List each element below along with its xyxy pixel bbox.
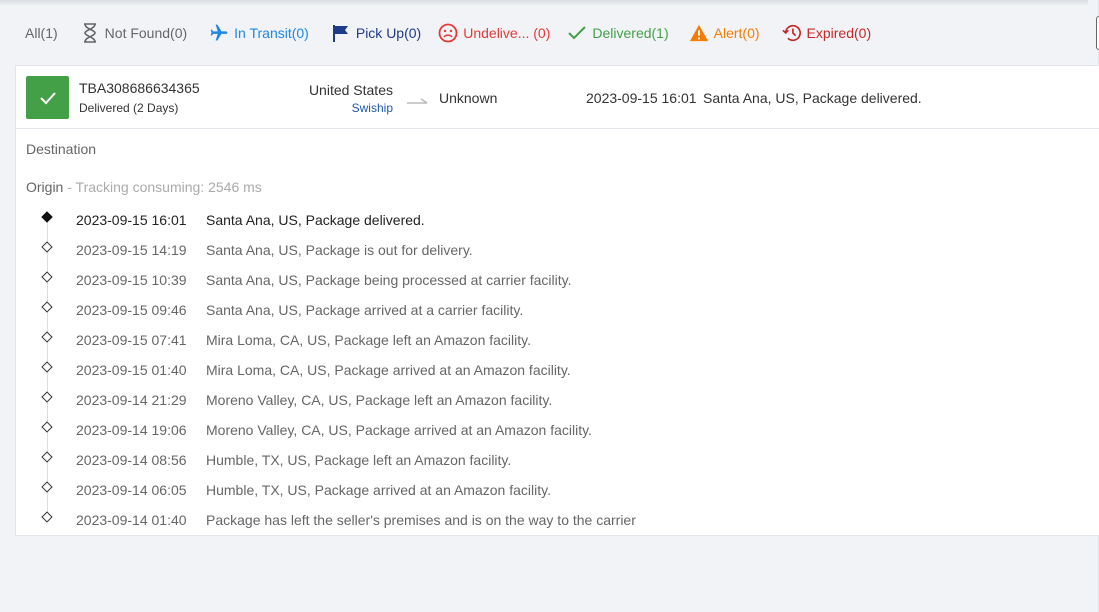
event-description: Mira Loma, CA, US, Package left an Amazo… bbox=[206, 332, 531, 348]
timeline-diamond-icon bbox=[41, 421, 53, 433]
timeline-event: 2023-09-15 16:01 Santa Ana, US, Package d… bbox=[16, 204, 1099, 252]
event-time: 2023-09-14 01:40 bbox=[76, 512, 187, 528]
tab-delivered[interactable]: Delivered(1) bbox=[567, 22, 669, 44]
package-summary[interactable]: TBA308686634365 Delivered (2 Days) Unite… bbox=[16, 66, 1099, 129]
tab-label: Pick Up(0) bbox=[355, 25, 422, 41]
delivered-status-icon bbox=[26, 76, 69, 119]
checkmark-icon bbox=[567, 22, 587, 44]
tracking-number[interactable]: TBA308686634365 bbox=[79, 80, 200, 96]
timeline-diamond-icon bbox=[41, 301, 53, 313]
event-time: 2023-09-14 06:05 bbox=[76, 482, 187, 498]
history-icon bbox=[781, 22, 802, 44]
timeline-event: 2023-09-14 08:56 Humble, TX, US, Package … bbox=[16, 444, 1099, 492]
timeline-diamond-icon bbox=[41, 451, 53, 463]
event-description: Package has left the seller's premises a… bbox=[206, 512, 636, 528]
tab-label: In Transit(0) bbox=[234, 25, 309, 41]
event-description: Santa Ana, US, Package is out for delive… bbox=[206, 242, 473, 258]
origin-section-header: Origin - Tracking consuming: 2546 ms bbox=[26, 179, 262, 195]
timeline-event: 2023-09-15 01:40 Mira Loma, CA, US, Packa… bbox=[16, 354, 1099, 402]
event-description: Santa Ana, US, Package being processed a… bbox=[206, 272, 572, 288]
timeline-event: 2023-09-15 07:41 Mira Loma, CA, US, Packa… bbox=[16, 324, 1099, 372]
event-time: 2023-09-15 14:19 bbox=[76, 242, 187, 258]
destination-section-label: Destination bbox=[26, 141, 97, 157]
timeline-event: 2023-09-14 21:29 Moreno Valley, CA, US, P… bbox=[16, 384, 1099, 432]
timeline-event: 2023-09-14 19:06 Moreno Valley, CA, US, P… bbox=[16, 414, 1099, 462]
tab-label: Alert(0) bbox=[713, 25, 760, 41]
latest-event-description: Santa Ana, US, Package delivered. bbox=[703, 90, 922, 106]
event-time: 2023-09-15 01:40 bbox=[76, 362, 187, 378]
airplane-icon bbox=[209, 22, 229, 44]
timeline-diamond-icon bbox=[41, 271, 53, 283]
event-description: Moreno Valley, CA, US, Package left an A… bbox=[206, 392, 553, 408]
event-time: 2023-09-15 10:39 bbox=[76, 272, 187, 288]
event-time: 2023-09-15 07:41 bbox=[76, 332, 187, 348]
timeline-event: 2023-09-14 01:40 Package has left the sel… bbox=[16, 504, 1099, 534]
destination-country: Unknown bbox=[439, 90, 498, 106]
event-time: 2023-09-14 21:29 bbox=[76, 392, 187, 408]
origin-label: Origin bbox=[26, 179, 64, 195]
event-time: 2023-09-15 09:46 bbox=[76, 302, 187, 318]
tab-alert[interactable]: Alert(0) bbox=[689, 22, 760, 44]
flag-icon bbox=[331, 22, 351, 44]
top-shadow bbox=[0, 0, 1088, 6]
sad-face-icon bbox=[438, 22, 458, 44]
delivery-status: Delivered (2 Days) bbox=[79, 101, 179, 115]
tab-label: All(1) bbox=[25, 25, 58, 41]
event-time: 2023-09-14 19:06 bbox=[76, 422, 187, 438]
timeline-event: 2023-09-14 06:05 Humble, TX, US, Package … bbox=[16, 474, 1099, 522]
route-arrow-icon bbox=[407, 93, 429, 109]
tab-all[interactable]: All(1) bbox=[25, 25, 58, 41]
timeline-diamond-icon bbox=[41, 511, 53, 523]
tab-label: Undelive... (0) bbox=[463, 25, 551, 41]
timeline-event: 2023-09-15 14:19 Santa Ana, US, Package i… bbox=[16, 234, 1099, 282]
timeline-diamond-icon bbox=[41, 331, 53, 343]
event-description: Moreno Valley, CA, US, Package arrived a… bbox=[206, 422, 592, 438]
carrier-link[interactable]: Swiship bbox=[352, 101, 393, 115]
tab-label: Delivered(1) bbox=[592, 25, 669, 41]
origin-country: United States bbox=[308, 82, 393, 98]
event-description: Santa Ana, US, Package arrived at a carr… bbox=[206, 302, 524, 318]
timeline-diamond-icon bbox=[41, 481, 53, 493]
timeline-event: 2023-09-15 10:39 Santa Ana, US, Package b… bbox=[16, 264, 1099, 312]
timeline-diamond-icon bbox=[41, 361, 53, 373]
status-tabs: All(1) Not Found(0) In Transit(0) Pick U… bbox=[25, 22, 871, 44]
timeline-diamond-icon bbox=[41, 211, 53, 223]
tab-pick-up[interactable]: Pick Up(0) bbox=[331, 22, 421, 44]
tab-label: Expired(0) bbox=[806, 25, 872, 41]
event-description: Santa Ana, US, Package delivered. bbox=[206, 212, 425, 228]
timeline-diamond-icon bbox=[41, 391, 53, 403]
event-time: 2023-09-15 16:01 bbox=[76, 212, 187, 228]
event-description: Mira Loma, CA, US, Package arrived at an… bbox=[206, 362, 571, 378]
event-description: Humble, TX, US, Package arrived at an Am… bbox=[206, 482, 551, 498]
tab-not-found[interactable]: Not Found(0) bbox=[80, 22, 187, 44]
warning-icon bbox=[689, 22, 709, 44]
tab-in-transit[interactable]: In Transit(0) bbox=[209, 22, 309, 44]
event-description: Humble, TX, US, Package left an Amazon f… bbox=[206, 452, 512, 468]
latest-event-time: 2023-09-15 16:01 bbox=[586, 90, 697, 106]
tracking-timeline: 2023-09-15 16:01 Santa Ana, US, Package d… bbox=[16, 204, 1099, 534]
tab-label: Not Found(0) bbox=[104, 25, 188, 41]
tracking-consuming-time: - Tracking consuming: 2546 ms bbox=[63, 179, 262, 195]
timeline-event: 2023-09-15 09:46 Santa Ana, US, Package a… bbox=[16, 294, 1099, 342]
hourglass-icon bbox=[80, 22, 100, 44]
tab-expired[interactable]: Expired(0) bbox=[781, 22, 872, 44]
timeline-diamond-icon bbox=[41, 241, 53, 253]
tab-undelivered[interactable]: Undelive... (0) bbox=[438, 22, 550, 44]
event-time: 2023-09-14 08:56 bbox=[76, 452, 187, 468]
tracking-card: TBA308686634365 Delivered (2 Days) Unite… bbox=[15, 65, 1099, 536]
